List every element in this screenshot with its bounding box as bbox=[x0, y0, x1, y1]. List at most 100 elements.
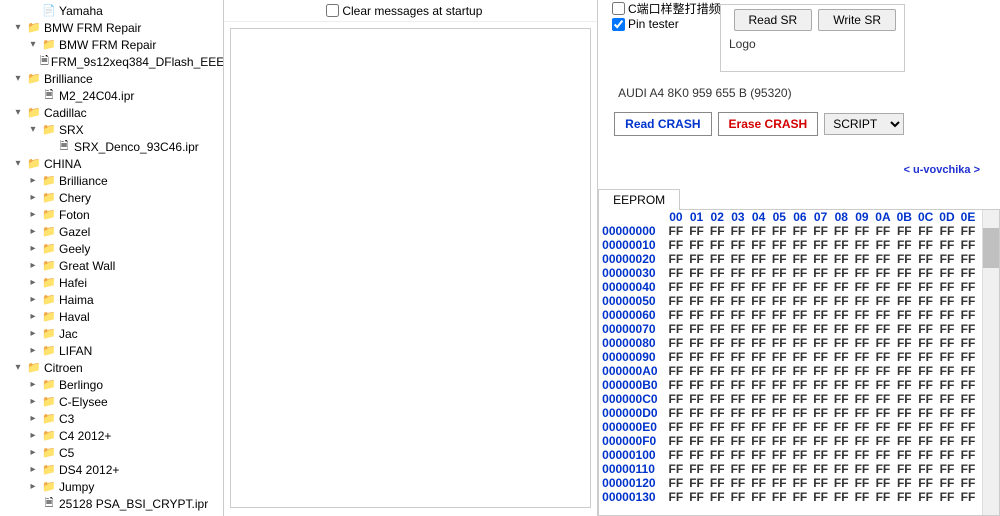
chevron-right-icon[interactable]: ▸ bbox=[25, 413, 41, 424]
hex-byte[interactable]: FF bbox=[831, 336, 852, 350]
hex-viewer[interactable]: 000102030405060708090A0B0C0D0E0F00000000… bbox=[598, 210, 1000, 516]
hex-byte[interactable]: FF bbox=[748, 336, 769, 350]
hex-byte[interactable]: FF bbox=[748, 434, 769, 448]
hex-byte[interactable]: FF bbox=[958, 490, 979, 504]
hex-byte[interactable]: FF bbox=[790, 420, 811, 434]
hex-byte[interactable]: FF bbox=[769, 308, 790, 322]
hex-byte[interactable]: FF bbox=[894, 434, 915, 448]
hex-byte[interactable]: FF bbox=[666, 490, 687, 504]
hex-byte[interactable]: FF bbox=[666, 336, 687, 350]
hex-byte[interactable]: FF bbox=[748, 224, 769, 238]
hex-byte[interactable]: FF bbox=[831, 420, 852, 434]
hex-byte[interactable]: FF bbox=[915, 350, 936, 364]
hex-byte[interactable]: FF bbox=[790, 224, 811, 238]
hex-byte[interactable]: FF bbox=[686, 392, 707, 406]
hex-byte[interactable]: FF bbox=[790, 308, 811, 322]
hex-byte[interactable]: FF bbox=[872, 252, 893, 266]
hex-byte[interactable]: FF bbox=[831, 266, 852, 280]
hex-byte[interactable]: FF bbox=[894, 490, 915, 504]
tree-item[interactable]: ▸Brilliance bbox=[0, 172, 223, 189]
hex-byte[interactable]: FF bbox=[728, 364, 749, 378]
hex-byte[interactable]: FF bbox=[852, 448, 873, 462]
hex-byte[interactable]: FF bbox=[852, 308, 873, 322]
hex-byte[interactable]: FF bbox=[852, 364, 873, 378]
hex-byte[interactable]: FF bbox=[769, 392, 790, 406]
hex-byte[interactable]: FF bbox=[666, 476, 687, 490]
hex-byte[interactable]: FF bbox=[728, 294, 749, 308]
hex-byte[interactable]: FF bbox=[936, 322, 957, 336]
hex-byte[interactable]: FF bbox=[936, 266, 957, 280]
hex-byte[interactable]: FF bbox=[894, 448, 915, 462]
hex-scrollbar[interactable] bbox=[982, 210, 999, 515]
hex-byte[interactable]: FF bbox=[686, 462, 707, 476]
hex-byte[interactable]: FF bbox=[915, 238, 936, 252]
hex-byte[interactable]: FF bbox=[686, 364, 707, 378]
hex-byte[interactable]: FF bbox=[790, 336, 811, 350]
hex-byte[interactable]: FF bbox=[790, 392, 811, 406]
hex-byte[interactable]: FF bbox=[810, 280, 831, 294]
tree-item[interactable]: ▸Chery bbox=[0, 189, 223, 206]
hex-byte[interactable]: FF bbox=[707, 392, 728, 406]
hex-byte[interactable]: FF bbox=[769, 238, 790, 252]
hex-byte[interactable]: FF bbox=[790, 476, 811, 490]
hex-byte[interactable]: FF bbox=[915, 476, 936, 490]
hex-byte[interactable]: FF bbox=[769, 434, 790, 448]
hex-byte[interactable]: FF bbox=[894, 406, 915, 420]
hex-byte[interactable]: FF bbox=[936, 420, 957, 434]
hex-byte[interactable]: FF bbox=[707, 364, 728, 378]
hex-byte[interactable]: FF bbox=[790, 350, 811, 364]
hex-byte[interactable]: FF bbox=[666, 420, 687, 434]
hex-byte[interactable]: FF bbox=[769, 420, 790, 434]
hex-byte[interactable]: FF bbox=[936, 364, 957, 378]
hex-byte[interactable]: FF bbox=[666, 280, 687, 294]
tree-item[interactable]: ▸Great Wall bbox=[0, 257, 223, 274]
hex-byte[interactable]: FF bbox=[852, 434, 873, 448]
hex-byte[interactable]: FF bbox=[852, 294, 873, 308]
hex-byte[interactable]: FF bbox=[894, 238, 915, 252]
hex-byte[interactable]: FF bbox=[748, 252, 769, 266]
hex-byte[interactable]: FF bbox=[686, 476, 707, 490]
hex-byte[interactable]: FF bbox=[666, 224, 687, 238]
hex-byte[interactable]: FF bbox=[707, 434, 728, 448]
hex-byte[interactable]: FF bbox=[790, 280, 811, 294]
hex-byte[interactable]: FF bbox=[810, 308, 831, 322]
hex-byte[interactable]: FF bbox=[915, 252, 936, 266]
hex-byte[interactable]: FF bbox=[707, 308, 728, 322]
hex-byte[interactable]: FF bbox=[958, 266, 979, 280]
hex-byte[interactable]: FF bbox=[769, 252, 790, 266]
hex-byte[interactable]: FF bbox=[831, 364, 852, 378]
hex-byte[interactable]: FF bbox=[831, 238, 852, 252]
hex-byte[interactable]: FF bbox=[790, 462, 811, 476]
hex-byte[interactable]: FF bbox=[958, 322, 979, 336]
hex-byte[interactable]: FF bbox=[872, 224, 893, 238]
hex-byte[interactable]: FF bbox=[872, 322, 893, 336]
hex-byte[interactable]: FF bbox=[666, 392, 687, 406]
hex-byte[interactable]: FF bbox=[686, 448, 707, 462]
hex-byte[interactable]: FF bbox=[810, 252, 831, 266]
hex-byte[interactable]: FF bbox=[707, 266, 728, 280]
hex-byte[interactable]: FF bbox=[769, 364, 790, 378]
hex-byte[interactable]: FF bbox=[936, 350, 957, 364]
hex-byte[interactable]: FF bbox=[769, 350, 790, 364]
tree-item[interactable]: ▾BMW FRM Repair bbox=[0, 36, 223, 53]
chevron-right-icon[interactable]: ▸ bbox=[25, 260, 41, 271]
hex-byte[interactable]: FF bbox=[748, 364, 769, 378]
hex-byte[interactable]: FF bbox=[707, 280, 728, 294]
hex-byte[interactable]: FF bbox=[666, 308, 687, 322]
hex-byte[interactable]: FF bbox=[915, 364, 936, 378]
hex-byte[interactable]: FF bbox=[872, 420, 893, 434]
hex-byte[interactable]: FF bbox=[831, 434, 852, 448]
hex-byte[interactable]: FF bbox=[707, 252, 728, 266]
hex-byte[interactable]: FF bbox=[748, 308, 769, 322]
hex-byte[interactable]: FF bbox=[810, 420, 831, 434]
hex-byte[interactable]: FF bbox=[915, 406, 936, 420]
hex-byte[interactable]: FF bbox=[958, 476, 979, 490]
hex-byte[interactable]: FF bbox=[831, 322, 852, 336]
hex-byte[interactable]: FF bbox=[852, 490, 873, 504]
hex-byte[interactable]: FF bbox=[666, 294, 687, 308]
hex-byte[interactable]: FF bbox=[769, 406, 790, 420]
hex-byte[interactable]: FF bbox=[852, 252, 873, 266]
tree-item[interactable]: SRX_Denco_93C46.ipr bbox=[0, 138, 223, 155]
hex-byte[interactable]: FF bbox=[958, 364, 979, 378]
hex-byte[interactable]: FF bbox=[872, 406, 893, 420]
